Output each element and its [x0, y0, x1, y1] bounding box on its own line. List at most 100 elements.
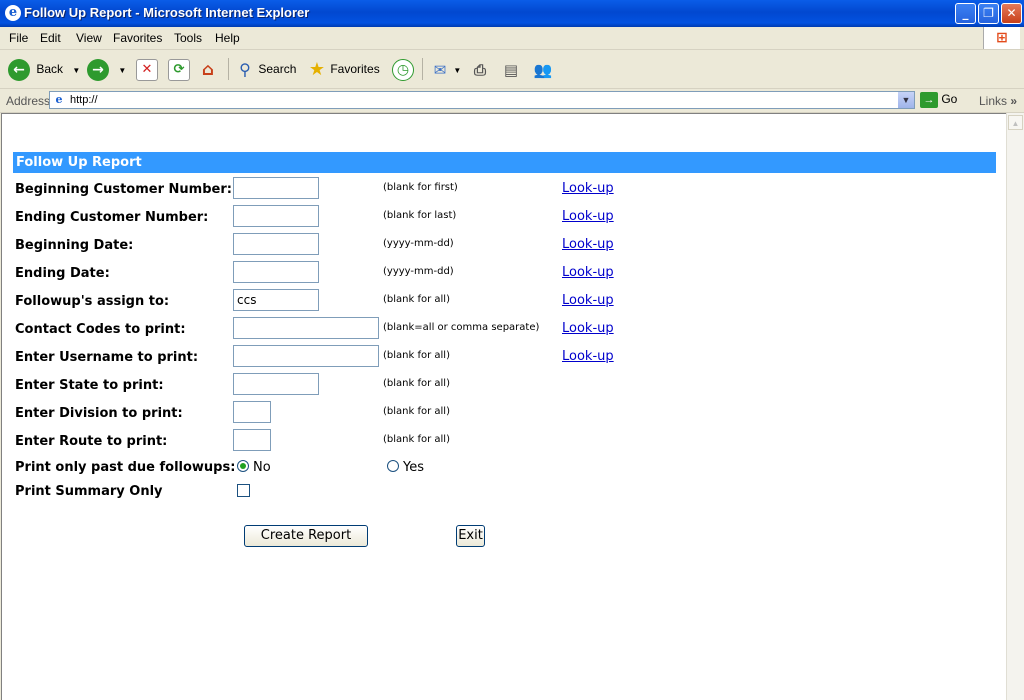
form-row: Enter Username to print: (blank for all)… — [2, 344, 1002, 372]
scroll-up-icon[interactable]: ▲ — [1008, 115, 1023, 130]
refresh-icon: ⟳ — [168, 58, 190, 81]
create-report-button[interactable]: Create Report — [244, 525, 368, 547]
menu-help[interactable]: Help — [215, 31, 240, 45]
address-input[interactable]: e http:// ▼ — [49, 91, 915, 109]
form-row: Enter State to print: (blank for all) — [2, 372, 1002, 400]
forward-button[interactable]: → ▼ — [87, 56, 126, 82]
beginning-date-input[interactable] — [233, 233, 319, 255]
division-input[interactable] — [233, 401, 271, 423]
field-label: Contact Codes to print: — [15, 322, 186, 337]
menu-view[interactable]: View — [76, 31, 102, 45]
form-row: Beginning Date: (yyyy-mm-dd) Look-up — [2, 232, 1002, 260]
title-bar: e Follow Up Report - Microsoft Internet … — [0, 0, 1024, 27]
links-chevron-icon: » — [1010, 94, 1018, 108]
beginning-customer-number-input[interactable] — [233, 177, 319, 199]
address-label: Address — [6, 94, 51, 108]
menu-file[interactable]: File — [9, 31, 28, 45]
form-row: Enter Division to print: (blank for all) — [2, 400, 1002, 428]
field-label: Enter Division to print: — [15, 406, 183, 421]
windows-logo-icon: ⊞ — [983, 27, 1020, 49]
field-label: Followup's assign to: — [15, 294, 170, 309]
menu-edit[interactable]: Edit — [40, 31, 61, 45]
mail-icon: ✉ — [433, 60, 447, 79]
lookup-link[interactable]: Look-up — [562, 293, 614, 308]
past-due-yes-label: Yes — [403, 460, 424, 475]
lookup-link[interactable]: Look-up — [562, 265, 614, 280]
print-icon: ⎙ — [473, 60, 486, 79]
field-hint: (blank for all) — [383, 406, 450, 417]
history-icon: ◷ — [392, 58, 414, 81]
field-label: Ending Date: — [15, 266, 110, 281]
past-due-yes-radio[interactable] — [387, 460, 399, 472]
mail-button[interactable]: ✉ ▼ — [430, 56, 462, 82]
back-arrow-icon: ← — [8, 58, 30, 81]
form-row: Contact Codes to print: (blank=all or co… — [2, 316, 1002, 344]
go-arrow-icon: → — [920, 92, 938, 108]
toolbar-separator — [228, 58, 229, 80]
lookup-link[interactable]: Look-up — [562, 321, 614, 336]
field-hint: (blank for last) — [383, 210, 457, 221]
window-title: Follow Up Report - Microsoft Internet Ex… — [24, 5, 310, 20]
summary-checkbox[interactable] — [237, 484, 250, 497]
exit-button[interactable]: Exit — [456, 525, 485, 547]
print-button[interactable]: ⎙ — [470, 56, 490, 82]
close-button[interactable]: ✕ — [1001, 3, 1022, 24]
menu-tools[interactable]: Tools — [174, 31, 202, 45]
minimize-button[interactable]: _ — [955, 3, 976, 24]
mail-dropdown-icon[interactable]: ▼ — [453, 66, 461, 75]
search-label: Search — [258, 62, 297, 76]
route-input[interactable] — [233, 429, 271, 451]
address-dropdown-icon[interactable]: ▼ — [898, 92, 914, 108]
summary-label: Print Summary Only — [15, 484, 163, 499]
state-input[interactable] — [233, 373, 319, 395]
ending-customer-number-input[interactable] — [233, 205, 319, 227]
history-button[interactable]: ◷ — [392, 56, 414, 82]
field-hint: (yyyy-mm-dd) — [383, 238, 454, 249]
lookup-link[interactable]: Look-up — [562, 349, 614, 364]
stop-button[interactable]: ✕ — [136, 56, 158, 82]
field-hint: (yyyy-mm-dd) — [383, 266, 454, 277]
links-label: Links — [979, 94, 1008, 108]
summary-row: Print Summary Only — [2, 478, 1002, 506]
form-row: Enter Route to print: (blank for all) — [2, 428, 1002, 456]
followup-assign-input[interactable] — [233, 289, 319, 311]
past-due-no-label: No — [253, 460, 271, 475]
ending-date-input[interactable] — [233, 261, 319, 283]
toolbar-separator — [422, 58, 423, 80]
ie-logo-icon: e — [5, 5, 21, 21]
contact-codes-input[interactable] — [233, 317, 379, 339]
field-hint: (blank for all) — [383, 378, 450, 389]
search-button[interactable]: ⚲ Search — [235, 56, 296, 82]
back-button[interactable]: ← Back ▼ — [8, 56, 80, 82]
favorites-button[interactable]: ★ Favorites — [307, 56, 380, 82]
form-row: Followup's assign to: (blank for all) Lo… — [2, 288, 1002, 316]
back-dropdown-icon[interactable]: ▼ — [72, 66, 80, 75]
toolbar: ← Back ▼ → ▼ ✕ ⟳ ⌂ ⚲ Search ★ Favorites … — [0, 50, 1024, 89]
username-input[interactable] — [233, 345, 379, 367]
field-label: Enter Username to print: — [15, 350, 199, 365]
search-icon: ⚲ — [239, 59, 251, 79]
forward-dropdown-icon[interactable]: ▼ — [118, 66, 126, 75]
field-label: Beginning Date: — [15, 238, 134, 253]
form-row: Ending Date: (yyyy-mm-dd) Look-up — [2, 260, 1002, 288]
forward-arrow-icon: → — [87, 58, 109, 81]
lookup-link[interactable]: Look-up — [562, 237, 614, 252]
edit-button[interactable]: ▤ — [501, 56, 521, 82]
menu-favorites[interactable]: Favorites — [113, 31, 162, 45]
menu-bar: File Edit View Favorites Tools Help ⊞ — [0, 27, 1024, 50]
home-button[interactable]: ⌂ — [198, 56, 218, 82]
lookup-link[interactable]: Look-up — [562, 181, 614, 196]
messenger-button[interactable]: 👥 — [533, 56, 553, 82]
vertical-scrollbar[interactable]: ▲ — [1006, 113, 1024, 700]
lookup-link[interactable]: Look-up — [562, 209, 614, 224]
field-label: Beginning Customer Number: — [15, 182, 232, 197]
field-label: Enter Route to print: — [15, 434, 168, 449]
field-hint: (blank for all) — [383, 294, 450, 305]
go-button[interactable]: → Go — [920, 92, 957, 108]
refresh-button[interactable]: ⟳ — [168, 56, 190, 82]
maximize-button[interactable]: ❐ — [978, 3, 999, 24]
links-button[interactable]: Links » — [979, 94, 1017, 108]
home-icon: ⌂ — [201, 59, 215, 80]
past-due-label: Print only past due followups: — [15, 460, 236, 475]
past-due-no-radio[interactable] — [237, 460, 249, 472]
